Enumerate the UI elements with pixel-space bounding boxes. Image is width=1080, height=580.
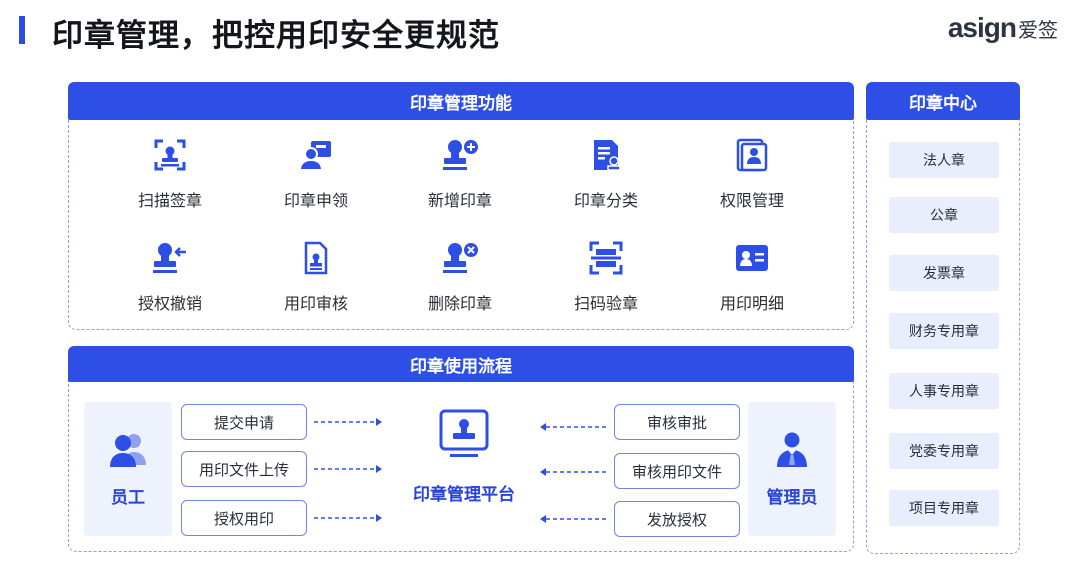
scan-seal-icon (150, 135, 190, 175)
feature-label: 扫描签章 (137, 191, 202, 210)
platform-label: 印章管理平台 (413, 485, 515, 505)
feature-scan-seal: 扫描签章 (100, 135, 240, 225)
logo-latin-text: asign (947, 12, 1017, 43)
process-panel-header: 印章使用流程 (68, 346, 854, 382)
manager-step: 审核审批 (614, 404, 740, 440)
feature-add-seal: 新增印章 (390, 135, 530, 225)
feature-delete-seal: 删除印章 (390, 238, 530, 328)
seal-apply-icon (296, 135, 336, 175)
employee-icon (108, 431, 148, 473)
manager-icon (775, 431, 809, 473)
seal-type-item: 法人章 (889, 142, 999, 178)
seal-category-icon (586, 135, 626, 175)
brand-logo: asign 爱签 (948, 12, 1058, 44)
delete-seal-icon (440, 238, 480, 278)
manager-step: 审核用印文件 (614, 453, 740, 489)
feature-label: 用印明细 (719, 294, 784, 313)
review-icon (296, 238, 336, 278)
feature-label: 用印审核 (283, 294, 348, 313)
feature-detail: 用印明细 (682, 238, 822, 328)
revoke-icon (150, 238, 190, 278)
seal-type-item: 人事专用章 (889, 373, 999, 409)
feature-label: 扫码验章 (573, 294, 638, 313)
logo-cn-text: 爱签 (1018, 18, 1058, 42)
feature-label: 印章申领 (283, 191, 348, 210)
seal-center-header: 印章中心 (866, 82, 1020, 120)
feature-seal-category: 印章分类 (536, 135, 676, 225)
employee-label: 员工 (111, 487, 145, 508)
page-title: 印章管理，把控用印安全更规范 (52, 18, 500, 54)
arrow-left-icon (540, 423, 608, 431)
seal-type-item: 公章 (889, 197, 999, 233)
feature-qr-verify: 扫码验章 (536, 238, 676, 328)
manager-label: 管理员 (766, 487, 818, 508)
arrow-right-icon (314, 514, 382, 522)
seal-type-item: 项目专用章 (889, 490, 999, 526)
employee-step: 用印文件上传 (181, 451, 307, 487)
feature-label: 授权撤销 (137, 294, 202, 313)
feature-revoke: 授权撤销 (100, 238, 240, 328)
feature-permission: 权限管理 (682, 135, 822, 225)
arrow-right-icon (314, 465, 382, 473)
detail-icon (732, 238, 772, 278)
functions-panel-header: 印章管理功能 (68, 82, 854, 120)
feature-review: 用印审核 (246, 238, 386, 328)
arrow-left-icon (540, 515, 608, 523)
employee-step: 提交申请 (181, 404, 307, 440)
employee-role: 员工 (84, 402, 172, 536)
seal-platform: 印章管理平台 (404, 408, 524, 518)
manager-step: 发放授权 (614, 501, 740, 537)
permission-icon (732, 135, 772, 175)
feature-seal-apply: 印章申领 (246, 135, 386, 225)
qr-verify-icon (586, 238, 626, 278)
arrow-right-icon (314, 418, 382, 426)
seal-type-item: 发票章 (889, 255, 999, 291)
feature-label: 新增印章 (427, 191, 492, 210)
platform-seal-icon (438, 408, 490, 464)
feature-label: 印章分类 (573, 191, 638, 210)
manager-role: 管理员 (748, 402, 836, 536)
feature-label: 删除印章 (427, 294, 492, 313)
add-seal-icon (440, 135, 480, 175)
seal-type-item: 财务专用章 (889, 313, 999, 349)
title-accent-bar (19, 16, 25, 44)
employee-step: 授权用印 (181, 500, 307, 536)
feature-label: 权限管理 (719, 191, 784, 210)
seal-type-item: 党委专用章 (889, 433, 999, 469)
arrow-left-icon (540, 468, 608, 476)
